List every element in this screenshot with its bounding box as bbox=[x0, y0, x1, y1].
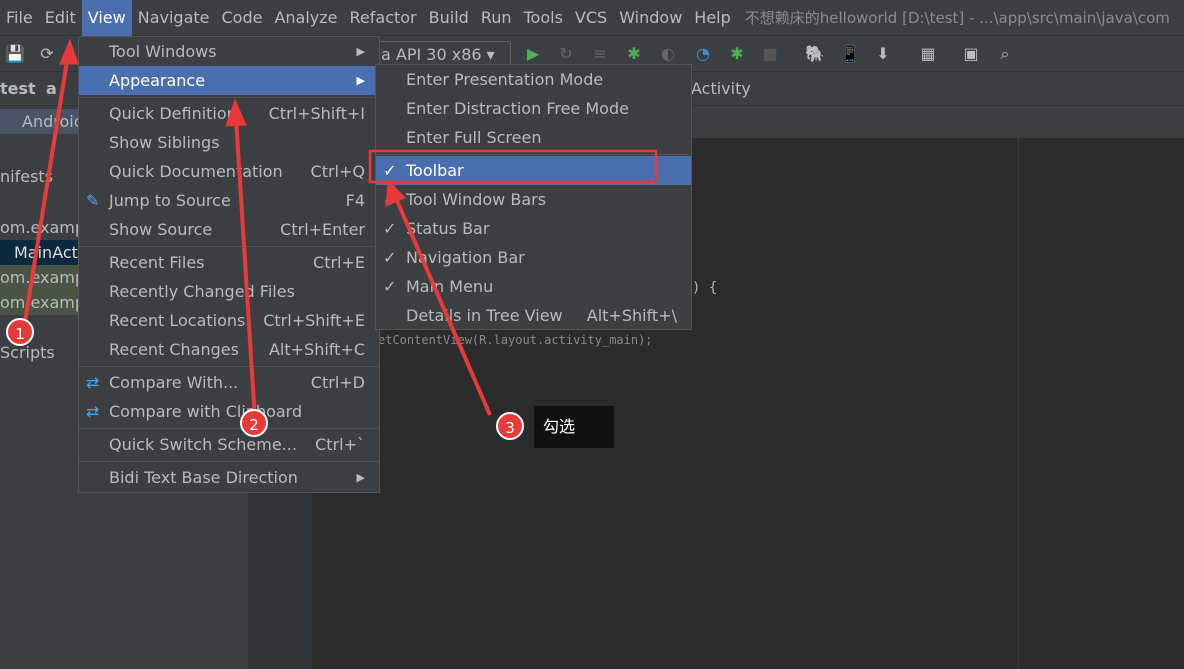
annotation-badge-1: 1 bbox=[6, 318, 34, 346]
arrow-2-shaft bbox=[234, 117, 257, 421]
arrow-3-shaft bbox=[393, 195, 492, 416]
toolbar-highlight-box bbox=[368, 149, 658, 184]
annotation-badge-3: 3 bbox=[496, 412, 524, 440]
arrow-2-head bbox=[225, 98, 247, 127]
arrow-1-shaft bbox=[22, 54, 70, 329]
arrow-3-head bbox=[385, 178, 406, 207]
annotation-callout: 勾选 bbox=[534, 406, 614, 448]
annotation-badge-2: 2 bbox=[240, 409, 268, 437]
arrow-1-head bbox=[59, 38, 79, 65]
annotation-layer bbox=[22, 38, 658, 421]
